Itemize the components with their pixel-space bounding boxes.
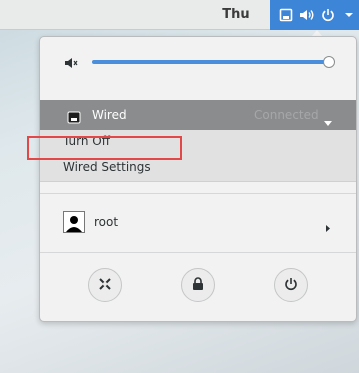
settings-button[interactable] (88, 268, 122, 302)
power-off-icon (284, 276, 298, 295)
volume-icon[interactable] (297, 0, 318, 30)
chevron-down-icon[interactable] (323, 112, 333, 131)
lock-icon (192, 276, 204, 295)
chevron-right-icon[interactable] (325, 218, 331, 237)
clock[interactable]: Thu 09:52 (201, 0, 271, 52)
power-icon[interactable] (318, 0, 339, 30)
settings-icon (98, 276, 112, 295)
divider (40, 252, 356, 253)
user-row[interactable]: root (40, 208, 356, 238)
wired-label: Wired (92, 108, 127, 122)
wired-status: Connected (254, 108, 319, 122)
system-menu: Wired Connected Turn Off Wired Settings … (39, 36, 357, 322)
power-off-button[interactable] (274, 268, 308, 302)
volume-row (64, 53, 344, 71)
volume-slider[interactable] (92, 60, 328, 64)
avatar-icon (63, 211, 85, 233)
speaker-icon[interactable] (64, 55, 80, 74)
top-bar: Thu 09:52 (0, 0, 359, 52)
annotation-highlight (27, 136, 182, 160)
divider (40, 193, 356, 194)
ethernet-icon (67, 109, 81, 128)
wired-connection-header[interactable]: Wired Connected (40, 100, 356, 130)
tray-dropdown-icon[interactable] (338, 0, 359, 30)
network-icon[interactable] (276, 0, 297, 30)
lock-button[interactable] (181, 268, 215, 302)
volume-slider-handle[interactable] (323, 56, 335, 68)
system-tray[interactable] (270, 0, 359, 30)
user-name: root (94, 215, 119, 229)
wired-settings-menu-item[interactable]: Wired Settings (63, 158, 151, 176)
system-actions (40, 268, 356, 304)
